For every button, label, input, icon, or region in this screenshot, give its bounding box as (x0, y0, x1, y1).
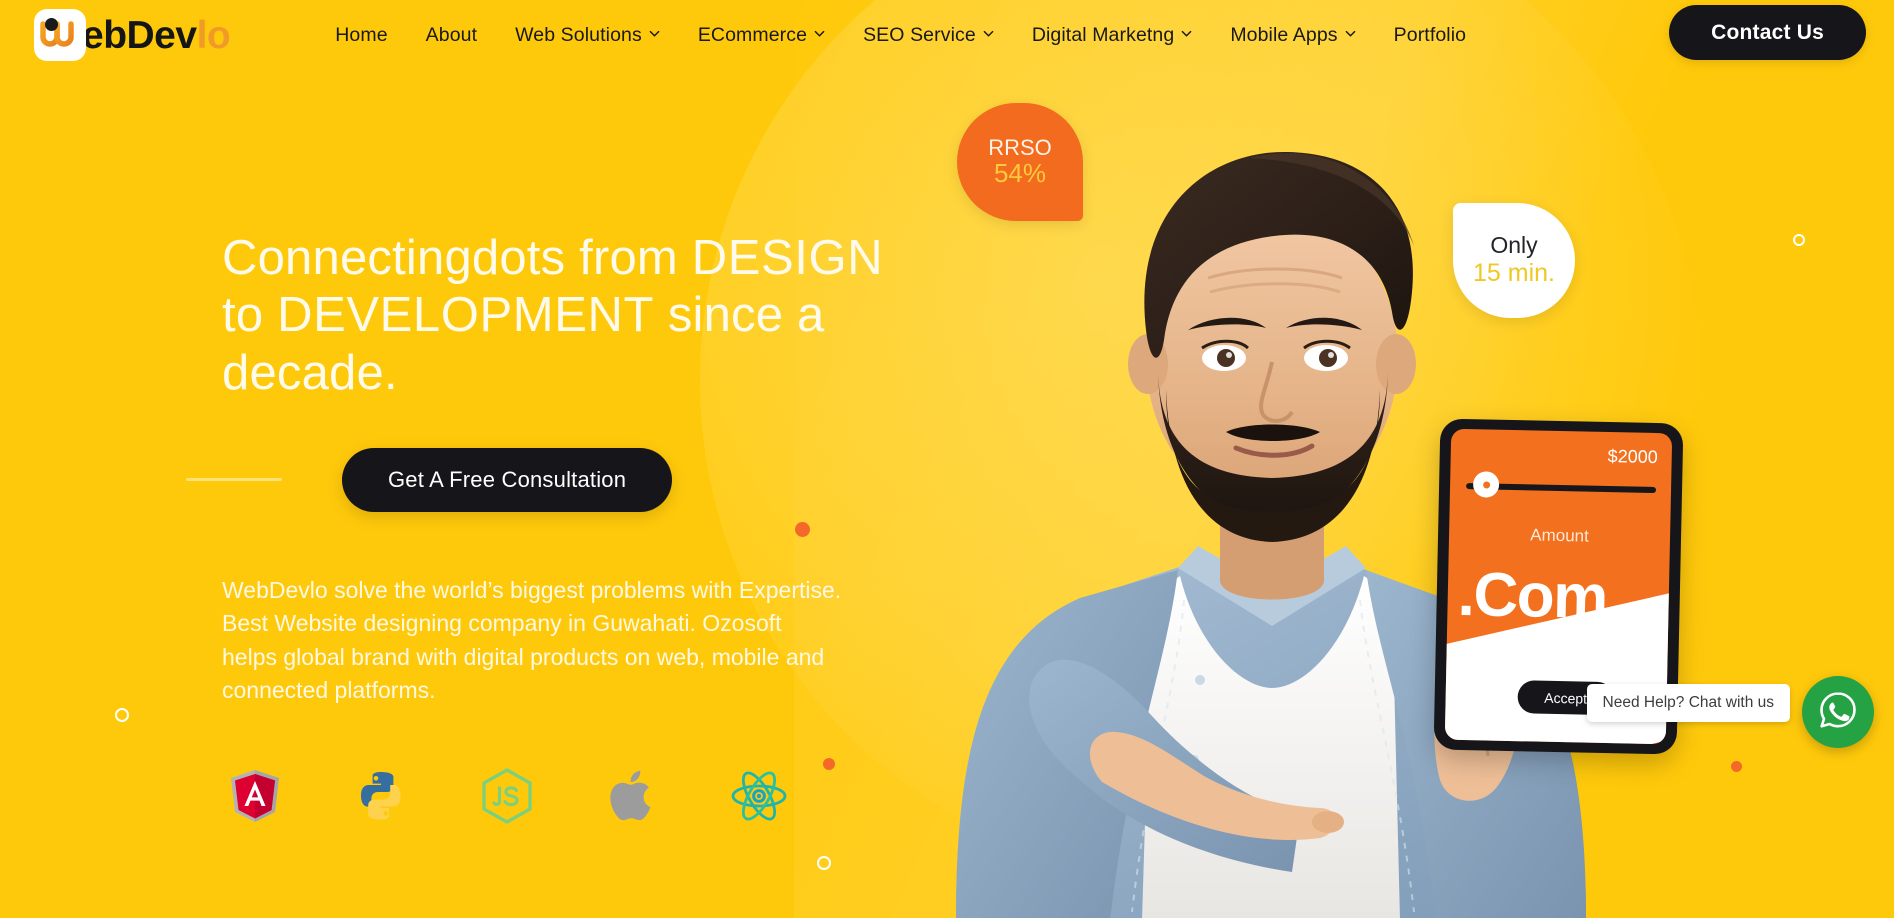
nav-label: SEO Service (863, 23, 976, 46)
logo-wordmark: ebDevlo (82, 13, 231, 57)
webdevlo-w-mark-icon (34, 9, 86, 61)
decor-dot-solid (795, 522, 810, 537)
rrso-badge: RRSO 54% (957, 103, 1083, 221)
nav-item-portfolio[interactable]: Portfolio (1375, 12, 1485, 58)
rrso-badge-label: RRSO (988, 134, 1052, 160)
chevron-down-icon (814, 28, 825, 39)
decor-dot-ring (1793, 234, 1805, 246)
nav-item-mobile-apps[interactable]: Mobile Apps (1211, 12, 1374, 58)
chevron-down-icon (1345, 28, 1356, 39)
nav-label: Mobile Apps (1230, 23, 1338, 46)
nav-item-home[interactable]: Home (316, 12, 406, 58)
hero-content: Connectingdots from DESIGN to DEVELOPMEN… (186, 230, 922, 825)
react-icon[interactable] (730, 767, 788, 825)
only-badge-value: 15 min. (1473, 258, 1555, 287)
nav-item-seo-service[interactable]: SEO Service (844, 12, 1013, 58)
hero-title-part-3: since a (654, 288, 825, 343)
site-logo[interactable]: ebDevlo (34, 9, 231, 61)
contact-us-button[interactable]: Contact Us (1669, 5, 1866, 60)
tablet-slider-handle[interactable] (1472, 471, 1500, 498)
hero-title-development: DEVELOPMENT (277, 288, 654, 343)
hero-title-part-2: to (222, 288, 278, 343)
logo-word-orange: lo (196, 13, 231, 57)
whatsapp-chat-button[interactable] (1802, 676, 1874, 748)
nodejs-icon[interactable] (478, 767, 536, 825)
tablet-amount-label: Amount (1530, 525, 1590, 546)
logo-word-dark: ebDev (82, 13, 197, 57)
nav-label: Web Solutions (515, 23, 642, 46)
decor-dot-solid (1731, 761, 1742, 772)
hero-description: WebDevlo solve the world’s biggest probl… (222, 576, 842, 704)
chat-tooltip[interactable]: Need Help? Chat with us (1586, 684, 1790, 722)
python-icon[interactable] (352, 767, 410, 825)
chevron-down-icon (649, 28, 660, 39)
hero-cta-row: Get A Free Consultation (186, 447, 922, 512)
tablet-domain-text: .Com (1457, 559, 1608, 633)
whatsapp-icon (1817, 689, 1859, 736)
nav-label: Home (335, 23, 388, 46)
hero-title-part-4: decade. (222, 345, 398, 400)
nav-item-web-solutions[interactable]: Web Solutions (496, 12, 679, 58)
site-header: ebDevlo Home About Web Solutions ECommer… (0, 0, 1894, 70)
tech-stack-icons (226, 767, 922, 825)
only-15min-badge: Only 15 min. (1453, 203, 1575, 318)
primary-navigation: Home About Web Solutions ECommerce SEO S… (316, 12, 1485, 58)
page-title: Connectingdots from DESIGN to DEVELOPMEN… (222, 230, 922, 402)
tablet-price-value: $2000 (1607, 446, 1658, 468)
decor-dot-ring (115, 708, 129, 722)
nav-item-about[interactable]: About (407, 12, 496, 58)
chevron-down-icon (983, 28, 994, 39)
nav-item-ecommerce[interactable]: ECommerce (679, 12, 844, 58)
rrso-badge-value: 54% (993, 157, 1047, 188)
hero-title-part-1: Connectingdots from (222, 231, 692, 285)
apple-icon[interactable] (604, 767, 662, 825)
only-badge-label: Only (1490, 232, 1538, 259)
get-free-consultation-button[interactable]: Get A Free Consultation (342, 447, 673, 512)
hero-title-design: DESIGN (691, 231, 884, 285)
nav-label: Portfolio (1393, 23, 1467, 46)
decor-dot-ring (817, 856, 831, 870)
nav-label: Digital Marketng (1031, 23, 1175, 46)
angular-icon[interactable] (226, 767, 284, 825)
nav-label: ECommerce (697, 23, 808, 46)
decor-dot-solid (823, 758, 835, 770)
decorative-line (186, 478, 282, 482)
nav-label: About (425, 23, 478, 46)
nav-item-digital-marketing[interactable]: Digital Marketng (1013, 12, 1212, 58)
chevron-down-icon (1181, 28, 1192, 39)
